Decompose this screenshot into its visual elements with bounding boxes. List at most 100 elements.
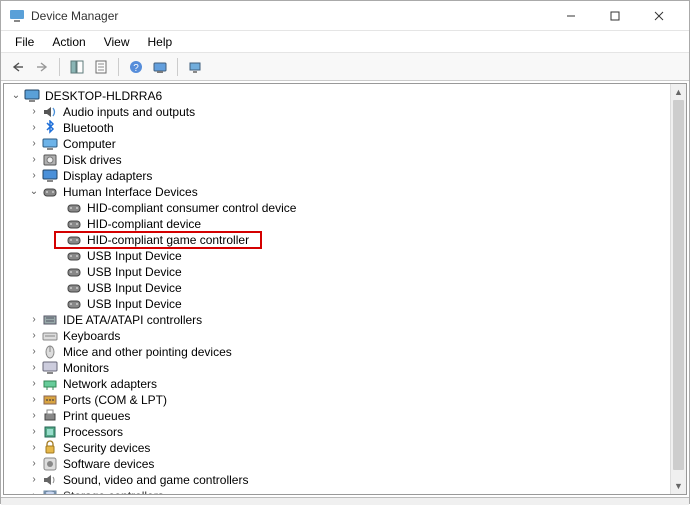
category-computer[interactable]: › Computer: [8, 136, 686, 152]
scroll-down-button[interactable]: ▼: [671, 478, 686, 494]
expand-icon[interactable]: ›: [28, 426, 40, 438]
scroll-thumb[interactable]: [673, 100, 684, 470]
category-network[interactable]: ›Network adapters: [8, 376, 686, 392]
category-ide[interactable]: › IDE ATA/ATAPI controllers: [8, 312, 686, 328]
category-mouse[interactable]: ›Mice and other pointing devices: [8, 344, 686, 360]
audio-icon: [42, 104, 58, 120]
category-security[interactable]: ›Security devices: [8, 440, 686, 456]
show-hide-tree-button[interactable]: [66, 56, 88, 78]
expand-icon[interactable]: ›: [28, 314, 40, 326]
expand-icon[interactable]: ›: [28, 154, 40, 166]
expand-icon[interactable]: ›: [28, 138, 40, 150]
expand-icon[interactable]: ›: [28, 170, 40, 182]
category-monitor[interactable]: › Monitors: [8, 360, 686, 376]
monitor-icon: [42, 360, 58, 376]
tree-root[interactable]: ⌄ DESKTOP-HLDRRA6: [8, 88, 686, 104]
hid-icon: [66, 232, 82, 248]
category-keyboard[interactable]: › Keyboards: [8, 328, 686, 344]
tree-item-label: Storage controllers: [62, 488, 165, 494]
hid-icon: [42, 184, 58, 200]
menu-action[interactable]: Action: [44, 33, 93, 51]
expand-icon[interactable]: ›: [28, 378, 40, 390]
category-software[interactable]: ›Software devices: [8, 456, 686, 472]
category-bluetooth[interactable]: › Bluetooth: [8, 120, 686, 136]
expand-icon[interactable]: ›: [28, 458, 40, 470]
menu-help[interactable]: Help: [140, 33, 181, 51]
category-processor[interactable]: ›Processors: [8, 424, 686, 440]
expand-icon[interactable]: ›: [28, 122, 40, 134]
tree-item-label: Bluetooth: [62, 120, 115, 136]
tree-item-label: Computer: [62, 136, 117, 152]
collapse-icon[interactable]: ⌄: [10, 90, 22, 102]
expand-icon[interactable]: ›: [28, 362, 40, 374]
expand-icon[interactable]: ›: [28, 330, 40, 342]
collapse-icon[interactable]: ⌄: [28, 186, 40, 198]
category-print[interactable]: › Print queues: [8, 408, 686, 424]
toolbar-separator: [118, 58, 119, 76]
device-item[interactable]: USB Input Device: [8, 296, 686, 312]
device-item[interactable]: HID-compliant game controller: [8, 232, 686, 248]
expand-icon[interactable]: ›: [28, 442, 40, 454]
menu-view[interactable]: View: [96, 33, 138, 51]
tree-item-label: USB Input Device: [86, 280, 183, 296]
device-item[interactable]: USB Input Device: [8, 264, 686, 280]
display-icon: [42, 168, 58, 184]
toolbar-separator: [177, 58, 178, 76]
expand-icon[interactable]: ›: [28, 346, 40, 358]
ide-icon: [42, 312, 58, 328]
device-item[interactable]: USB Input Device: [8, 280, 686, 296]
hid-icon: [66, 296, 82, 312]
expand-icon[interactable]: ›: [28, 490, 40, 494]
tree-item-label: IDE ATA/ATAPI controllers: [62, 312, 203, 328]
nav-forward-button[interactable]: [31, 56, 53, 78]
security-icon: [42, 440, 58, 456]
category-display[interactable]: ›Display adapters: [8, 168, 686, 184]
nav-back-button[interactable]: [7, 56, 29, 78]
maximize-button[interactable]: [593, 1, 637, 31]
tree-item-label: HID-compliant consumer control device: [86, 200, 297, 216]
tree-item-label: HID-compliant device: [86, 216, 202, 232]
devices-button[interactable]: [184, 56, 206, 78]
category-ports[interactable]: ›Ports (COM & LPT): [8, 392, 686, 408]
tree-item-label: Sound, video and game controllers: [62, 472, 249, 488]
tree-item-label: DESKTOP-HLDRRA6: [44, 88, 163, 104]
sound-icon: [42, 472, 58, 488]
hid-icon: [66, 280, 82, 296]
category-storage[interactable]: › Storage controllers: [8, 488, 686, 494]
category-audio[interactable]: › Audio inputs and outputs: [8, 104, 686, 120]
close-button[interactable]: [637, 1, 681, 31]
category-hid[interactable]: ⌄ Human Interface Devices: [8, 184, 686, 200]
hid-icon: [66, 216, 82, 232]
menu-file[interactable]: File: [7, 33, 42, 51]
help-button[interactable]: ?: [125, 56, 147, 78]
expand-icon[interactable]: ›: [28, 474, 40, 486]
toolbar-separator: [59, 58, 60, 76]
device-item[interactable]: USB Input Device: [8, 248, 686, 264]
tree-item-label: USB Input Device: [86, 296, 183, 312]
tree-item-label: Monitors: [62, 360, 110, 376]
properties-button[interactable]: [90, 56, 112, 78]
keyboard-icon: [42, 328, 58, 344]
device-item[interactable]: HID-compliant consumer control device: [8, 200, 686, 216]
mouse-icon: [42, 344, 58, 360]
category-sound[interactable]: › Sound, video and game controllers: [8, 472, 686, 488]
scan-hardware-button[interactable]: [149, 56, 171, 78]
toolbar: ?: [1, 53, 689, 81]
tree-item-label: Print queues: [62, 408, 131, 424]
device-item[interactable]: HID-compliant device: [8, 216, 686, 232]
device-tree[interactable]: ⌄ DESKTOP-HLDRRA6 › Audio inputs and output…: [4, 84, 686, 494]
expand-icon[interactable]: ›: [28, 106, 40, 118]
expand-icon[interactable]: ›: [28, 394, 40, 406]
tree-item-label: Keyboards: [62, 328, 121, 344]
minimize-button[interactable]: [549, 1, 593, 31]
network-icon: [42, 376, 58, 392]
tree-item-label: Human Interface Devices: [62, 184, 199, 200]
vertical-scrollbar[interactable]: ▲ ▼: [670, 84, 686, 494]
hid-icon: [66, 200, 82, 216]
scroll-up-button[interactable]: ▲: [671, 84, 686, 100]
bluetooth-icon: [42, 120, 58, 136]
category-disk[interactable]: › Disk drives: [8, 152, 686, 168]
tree-item-label: Disk drives: [62, 152, 123, 168]
tree-item-label: Audio inputs and outputs: [62, 104, 196, 120]
expand-icon[interactable]: ›: [28, 410, 40, 422]
